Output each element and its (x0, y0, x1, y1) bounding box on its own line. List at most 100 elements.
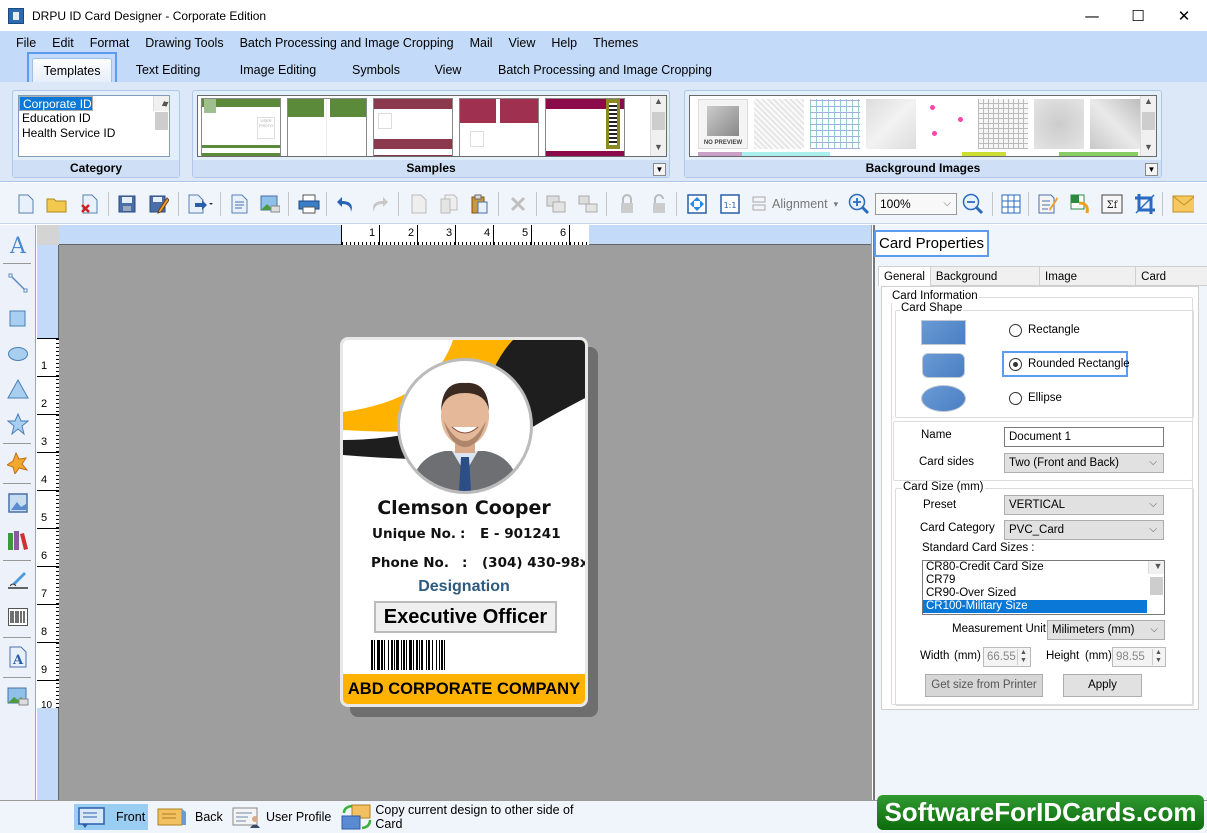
user-profile-button[interactable]: User Profile (228, 804, 332, 830)
menu-themes[interactable]: Themes (593, 36, 638, 50)
height-spinner[interactable]: 98.55 ▲ ▼ (1112, 647, 1166, 667)
category-item-health-service-id[interactable]: Health Service ID (19, 126, 169, 141)
sizes-scrollbar[interactable]: ▲▼ (1148, 561, 1164, 595)
sample-template[interactable] (373, 98, 453, 156)
library-tool-icon[interactable] (6, 528, 30, 552)
image-export-icon[interactable] (259, 193, 281, 215)
tab-templates[interactable]: Templates (32, 58, 112, 82)
open-icon[interactable] (46, 193, 68, 215)
rounded-rectangle-radio-label[interactable]: Rounded Rectangle (1028, 358, 1130, 370)
barcode-tool-icon[interactable] (6, 605, 30, 629)
ellipse-radio-label[interactable]: Ellipse (1028, 392, 1062, 404)
tab-text-editing[interactable]: Text Editing (128, 58, 208, 82)
background-thumbnail[interactable] (978, 99, 1028, 149)
mail-icon[interactable] (1172, 193, 1194, 215)
lock-icon[interactable] (616, 193, 638, 215)
measurement-unit-select[interactable]: Milimeters (mm) ⌵ (1047, 620, 1165, 640)
alignment-dropdown[interactable]: Alignment ▾ (750, 193, 838, 215)
zoom-level-select[interactable]: 100% ⌵ (875, 193, 957, 215)
new-icon[interactable] (15, 193, 37, 215)
brand-banner[interactable]: SoftwareForIDCards.com (877, 795, 1204, 830)
background-images-expand-button[interactable]: ▼ (1145, 163, 1158, 176)
front-side-button[interactable]: Front (74, 804, 148, 830)
name-input[interactable]: Document 1 (1004, 427, 1164, 447)
category-item-corporate-id[interactable]: Corporate ID (19, 96, 93, 111)
sample-template[interactable] (459, 98, 539, 156)
back-side-button[interactable]: Back (153, 804, 223, 830)
background-thumbnail[interactable] (754, 99, 804, 149)
card-barcode[interactable] (371, 640, 561, 670)
tab-background-format[interactable]: Background Format (929, 266, 1041, 303)
menu-edit[interactable]: Edit (52, 36, 74, 50)
card-company-name[interactable]: ABD CORPORATE COMPANY (343, 674, 585, 704)
get-size-from-printer-button[interactable]: Get size from Printer (925, 674, 1043, 697)
close-file-icon[interactable] (78, 193, 100, 215)
cut-icon[interactable] (407, 193, 429, 215)
card-employee-name[interactable]: Clemson Cooper (343, 497, 585, 519)
background-thumbnail[interactable] (922, 99, 972, 149)
background-images-scrollbar[interactable]: ▲ ▼ (1140, 96, 1156, 156)
undo-icon[interactable] (335, 193, 357, 215)
width-spinner[interactable]: 66.55 ▲ ▼ (983, 647, 1031, 667)
unlock-icon[interactable] (648, 193, 670, 215)
menu-mail[interactable]: Mail (470, 36, 493, 50)
signature-tool-icon[interactable] (6, 568, 30, 592)
id-card-front[interactable]: Clemson Cooper Unique No. : E - 901241 P… (340, 337, 588, 707)
save-as-icon[interactable] (148, 193, 170, 215)
preset-select[interactable]: VERTICAL ⌵ (1004, 495, 1164, 515)
samples-expand-button[interactable]: ▼ (653, 163, 666, 176)
rectangle-shape-preview[interactable] (921, 320, 966, 345)
ellipse-tool-icon[interactable] (6, 342, 30, 366)
edit-data-icon[interactable] (1037, 193, 1059, 215)
export-icon[interactable] (186, 193, 214, 215)
size-item-cr79[interactable]: CR79 (923, 574, 1147, 587)
category-list[interactable]: Corporate ID Press ID Education ID Healt… (18, 95, 170, 157)
rectangle-radio[interactable] (1009, 324, 1022, 337)
group-icon[interactable] (545, 193, 567, 215)
rectangle-tool-icon[interactable] (6, 307, 30, 331)
menu-format[interactable]: Format (90, 36, 130, 50)
shapes-tool-icon[interactable] (6, 451, 30, 475)
minimize-button[interactable]: — (1069, 0, 1115, 31)
card-category-select[interactable]: PVC_Card ⌵ (1004, 520, 1164, 540)
excel-icon[interactable] (1069, 193, 1091, 215)
grid-icon[interactable] (1000, 193, 1022, 215)
formula-icon[interactable]: Σf (1101, 193, 1123, 215)
menu-help[interactable]: Help (551, 36, 577, 50)
fit-to-window-icon[interactable] (686, 193, 708, 215)
tab-view[interactable]: View (426, 58, 470, 82)
crop-icon[interactable] (1134, 193, 1156, 215)
menu-file[interactable]: File (16, 36, 36, 50)
ellipse-radio[interactable] (1009, 392, 1022, 405)
star-tool-icon[interactable] (6, 412, 30, 436)
paste-icon[interactable] (469, 193, 491, 215)
menu-view[interactable]: View (509, 36, 536, 50)
tab-card-border[interactable]: Card Border (1135, 266, 1207, 303)
picture-tool-icon[interactable] (6, 685, 30, 709)
copy-design-button[interactable]: Copy current design to other side of Car… (338, 803, 600, 831)
rectangle-radio-label[interactable]: Rectangle (1028, 324, 1080, 336)
rounded-rectangle-shape-preview[interactable] (922, 353, 965, 378)
no-preview-thumbnail[interactable]: NO PREVIEW (698, 99, 748, 149)
card-designation-value[interactable]: Executive Officer (374, 601, 557, 633)
print-icon[interactable] (298, 193, 320, 215)
ellipse-shape-preview[interactable] (921, 385, 966, 412)
sample-template[interactable] (287, 98, 367, 156)
maximize-button[interactable]: ☐ (1115, 0, 1161, 31)
menu-batch-processing[interactable]: Batch Processing and Image Cropping (240, 36, 454, 50)
rounded-rectangle-radio[interactable] (1009, 358, 1022, 371)
samples-scrollbar[interactable]: ▲ ▼ (650, 96, 666, 156)
background-thumbnail[interactable] (866, 99, 916, 149)
image-tool-icon[interactable] (6, 491, 30, 515)
background-images-gallery[interactable]: NO PREVIEW ▲ ▼ (689, 95, 1157, 157)
samples-gallery[interactable]: USER PHOTO ▲ ▼ (197, 95, 667, 157)
category-item-education-id[interactable]: Education ID (19, 111, 169, 126)
close-button[interactable]: ✕ (1161, 0, 1207, 31)
standard-card-sizes-list[interactable]: CR80-Credit Card Size CR79 CR90-Over Siz… (922, 560, 1165, 615)
text-tool-icon[interactable]: A (6, 233, 30, 257)
card-unique-value[interactable]: E - 901241 (480, 526, 561, 542)
tab-image-editing[interactable]: Image Editing (232, 58, 324, 82)
redo-icon[interactable] (368, 193, 390, 215)
employee-photo[interactable] (397, 358, 533, 494)
card-phone-value[interactable]: (304) 430-98xx (482, 555, 585, 571)
